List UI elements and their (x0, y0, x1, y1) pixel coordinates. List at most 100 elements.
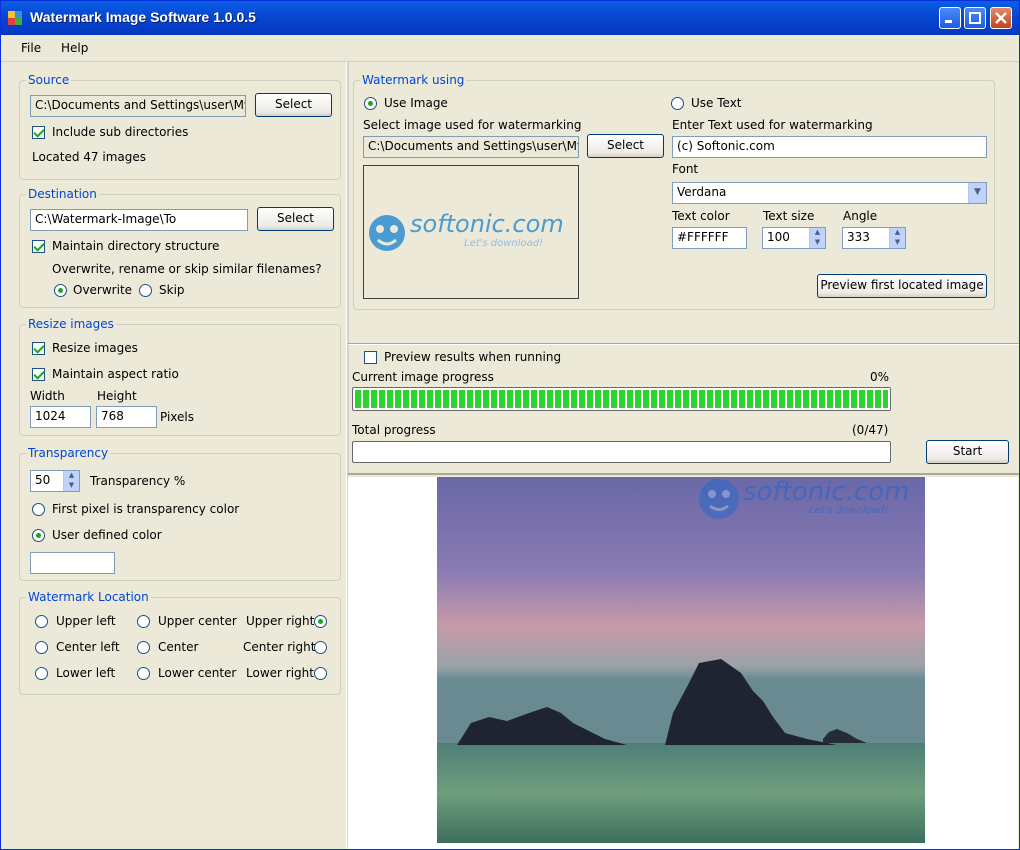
location-group: Watermark Location Upper left Upper cent… (19, 590, 341, 695)
located-count: Located 47 images (32, 150, 146, 164)
destination-path-field[interactable]: C:\Watermark-Image\To (30, 209, 248, 231)
lower-right-radio[interactable] (314, 667, 327, 680)
menu-help[interactable]: Help (61, 41, 88, 55)
first-pixel-label: First pixel is transparency color (52, 502, 240, 516)
text-size-spin[interactable]: ▲ ▼ (809, 228, 825, 248)
lower-center-radio[interactable] (137, 667, 150, 680)
text-color-label: Text color (672, 209, 730, 223)
resize-images-checkbox[interactable] (32, 342, 45, 355)
total-progress-label: Total progress (352, 423, 436, 437)
transparency-spin[interactable]: ▲ ▼ (63, 471, 79, 491)
watermark-text-input[interactable]: (c) Softonic.com (672, 136, 987, 158)
preview-first-button[interactable]: Preview first located image (817, 274, 987, 298)
maintain-structure-label: Maintain directory structure (52, 239, 220, 253)
user-defined-radio[interactable] (32, 529, 45, 542)
close-button[interactable] (990, 7, 1012, 29)
section-divider (348, 343, 1019, 345)
use-image-label: Use Image (384, 96, 448, 110)
location-legend: Watermark Location (26, 590, 151, 604)
text-size-stepper[interactable]: 100 ▲ ▼ (762, 227, 826, 249)
center-right-label: Center right (243, 640, 316, 654)
include-sub-label: Include sub directories (52, 125, 189, 139)
aspect-ratio-label: Maintain aspect ratio (52, 367, 179, 381)
preview-running-label: Preview results when running (384, 350, 562, 364)
spin-up-icon: ▲ (814, 228, 821, 236)
source-group: Source C:\Documents and Settings\user\My… (19, 73, 341, 180)
spin-down-icon: ▼ (68, 481, 75, 489)
user-defined-label: User defined color (52, 528, 162, 542)
preview-running-checkbox[interactable] (364, 351, 377, 364)
preview-watermark-text: softonic.com (743, 477, 910, 507)
maintain-structure-checkbox[interactable] (32, 240, 45, 253)
watermark-select-button[interactable]: Select (587, 134, 664, 158)
upper-left-label: Upper left (56, 614, 116, 628)
lower-right-label: Lower right (246, 666, 314, 680)
upper-right-radio[interactable] (314, 615, 327, 628)
aspect-ratio-checkbox[interactable] (32, 368, 45, 381)
app-icon (8, 11, 22, 25)
enter-text-label: Enter Text used for watermarking (672, 118, 873, 132)
minimize-button[interactable] (939, 7, 961, 29)
maximize-button[interactable] (964, 7, 986, 29)
transparency-legend: Transparency (26, 446, 111, 460)
width-input[interactable]: 1024 (30, 406, 91, 428)
height-input[interactable]: 768 (96, 406, 157, 428)
source-select-button[interactable]: Select (255, 93, 332, 117)
preview-landscape-image (437, 477, 925, 843)
preview-photo: softonic.com Let's download! (437, 477, 925, 843)
spin-up-icon: ▲ (894, 228, 901, 236)
transparency-color-swatch[interactable] (30, 552, 115, 574)
font-value: Verdana (677, 185, 727, 199)
overwrite-radio[interactable] (54, 284, 67, 297)
current-progress-bar (352, 387, 891, 411)
softonic-logo-text: softonic.com (410, 210, 564, 238)
menu-bar: File Help (1, 35, 1019, 62)
skip-radio[interactable] (139, 284, 152, 297)
menu-file[interactable]: File (21, 41, 41, 55)
destination-legend: Destination (26, 187, 99, 201)
skip-label: Skip (159, 283, 185, 297)
preview-divider (348, 473, 1019, 475)
spin-down-icon: ▼ (814, 238, 821, 246)
text-color-input[interactable]: #FFFFFF (672, 227, 747, 249)
first-pixel-radio[interactable] (32, 503, 45, 516)
upper-center-radio[interactable] (137, 615, 150, 628)
watermark-image-path[interactable]: C:\Documents and Settings\user\My (363, 136, 579, 158)
spin-down-icon: ▼ (894, 238, 901, 246)
angle-stepper[interactable]: 333 ▲ ▼ (842, 227, 906, 249)
text-size-label: Text size (763, 209, 815, 223)
app-window: Watermark Image Software 1.0.0.5 File He… (0, 0, 1020, 850)
center-label: Center (158, 640, 199, 654)
upper-left-radio[interactable] (35, 615, 48, 628)
angle-spin[interactable]: ▲ ▼ (889, 228, 905, 248)
lower-left-radio[interactable] (35, 667, 48, 680)
use-text-radio[interactable] (671, 97, 684, 110)
current-progress-fill (355, 390, 888, 408)
width-label: Width (30, 389, 65, 403)
height-label: Height (97, 389, 137, 403)
destination-group: Destination C:\Watermark-Image\To Select… (19, 187, 341, 308)
text-size-value: 100 (767, 230, 790, 244)
lower-left-label: Lower left (56, 666, 116, 680)
total-progress-bar (352, 441, 891, 463)
center-right-radio[interactable] (314, 641, 327, 654)
watermark-group: Watermark using Use Image Select image u… (353, 73, 995, 310)
destination-select-button[interactable]: Select (257, 207, 334, 231)
source-path-field[interactable]: C:\Documents and Settings\user\My (30, 95, 246, 117)
include-sub-checkbox[interactable] (32, 126, 45, 139)
use-image-radio[interactable] (364, 97, 377, 110)
total-progress-count: (0/47) (852, 423, 889, 437)
center-left-radio[interactable] (35, 641, 48, 654)
transparency-group: Transparency 50 ▲ ▼ Transparency % First … (19, 446, 341, 581)
start-button[interactable]: Start (926, 440, 1009, 464)
window-title: Watermark Image Software 1.0.0.5 (30, 9, 256, 25)
watermark-legend: Watermark using (360, 73, 467, 87)
transparency-stepper[interactable]: 50 ▲ ▼ (30, 470, 80, 492)
center-left-label: Center left (56, 640, 120, 654)
softonic-tagline: Let's download! (464, 238, 544, 249)
chevron-down-icon[interactable]: ▼ (968, 183, 986, 203)
center-radio[interactable] (137, 641, 150, 654)
source-legend: Source (26, 73, 72, 87)
font-select[interactable]: Verdana ▼ (672, 182, 987, 204)
pixels-label: Pixels (160, 410, 195, 424)
